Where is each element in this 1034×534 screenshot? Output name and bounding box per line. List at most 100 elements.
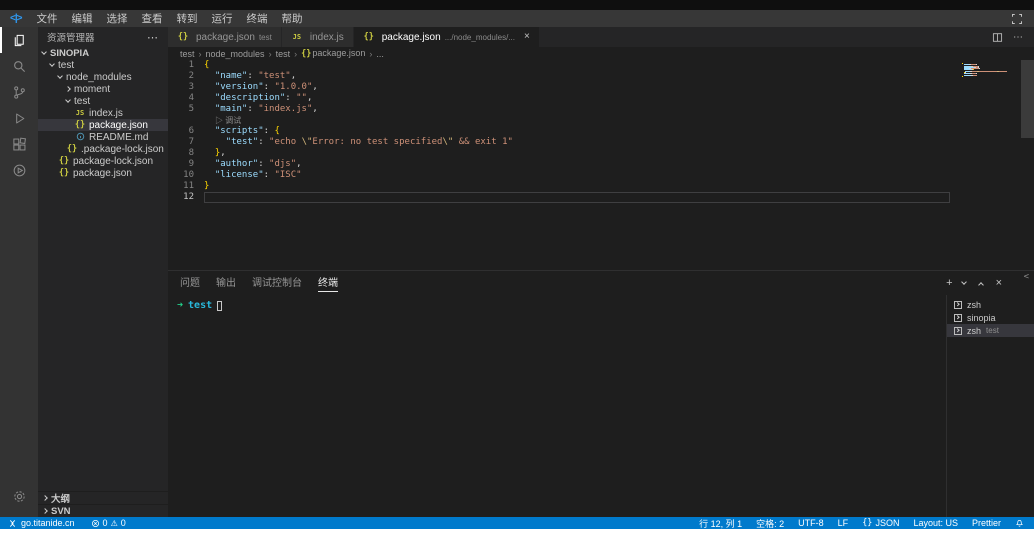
menubar-item[interactable]: 查看 bbox=[134, 10, 169, 27]
status-item-label: Prettier bbox=[972, 518, 1001, 528]
tree-item[interactable]: moment bbox=[38, 83, 168, 95]
section-label: 大纲 bbox=[51, 491, 70, 505]
tree-item[interactable]: README.md bbox=[38, 131, 168, 143]
menubar-item[interactable]: 运行 bbox=[204, 10, 239, 27]
breadcrumb-item[interactable]: ... bbox=[376, 49, 384, 59]
panel-tab[interactable]: 终端 bbox=[318, 271, 338, 295]
js-file-icon: JS bbox=[291, 33, 303, 41]
tree-item[interactable]: {}package.json bbox=[38, 119, 168, 131]
terminal-dropdown-icon[interactable] bbox=[962, 282, 970, 284]
tree-item-label: package-lock.json bbox=[73, 156, 153, 167]
tree-item[interactable]: test bbox=[38, 59, 168, 71]
menubar-item[interactable]: 转到 bbox=[169, 10, 204, 27]
panel-tab[interactable]: 调试控制台 bbox=[252, 271, 302, 295]
line-content: "main": "index.js", bbox=[204, 104, 950, 115]
tree-item[interactable]: {}package.json bbox=[38, 167, 168, 179]
tree-item-label: node_modules bbox=[66, 72, 132, 83]
tree-item[interactable]: node_modules bbox=[38, 71, 168, 83]
tree-item[interactable]: {}.package-lock.json bbox=[38, 143, 168, 155]
breadcrumb-item[interactable]: test bbox=[276, 49, 291, 59]
tree-item[interactable]: test bbox=[38, 95, 168, 107]
editor-tab[interactable]: {}package.jsontest bbox=[168, 27, 282, 47]
activity-item-explorer[interactable] bbox=[0, 27, 38, 53]
line-number: 2 bbox=[168, 71, 194, 82]
panel-tab-label: 终端 bbox=[318, 274, 338, 292]
remote-indicator[interactable]: go.titanide.cn bbox=[0, 517, 83, 529]
line-content: "license": "ISC" bbox=[204, 170, 950, 181]
manage-gear-icon[interactable] bbox=[0, 483, 38, 509]
close-icon[interactable]: × bbox=[524, 32, 530, 42]
extensions-icon bbox=[12, 137, 27, 152]
vertical-scrollbar[interactable] bbox=[1021, 60, 1034, 138]
status-item[interactable]: Layout: US bbox=[913, 518, 958, 528]
sidebar-header: 资源管理器 ⋯ bbox=[38, 27, 168, 47]
panel-tab[interactable]: 问题 bbox=[180, 271, 200, 295]
line-content: "author": "djs", bbox=[204, 159, 950, 170]
status-item[interactable]: UTF-8 bbox=[798, 518, 824, 528]
menubar-item[interactable]: 帮助 bbox=[274, 10, 309, 27]
editor-tab-bar: {}package.jsontestJSindex.js{}package.js… bbox=[168, 27, 1034, 47]
terminal-list-item[interactable]: zshtest bbox=[947, 324, 1034, 337]
tree-item-label: SINOPIA bbox=[50, 48, 89, 59]
activity-item-extensions[interactable] bbox=[0, 131, 38, 157]
terminal-list-item[interactable]: zsh bbox=[947, 298, 1034, 311]
activity-item-search[interactable] bbox=[0, 53, 38, 79]
breadcrumb-label: ... bbox=[376, 49, 384, 59]
more-actions-icon[interactable]: ⋯ bbox=[147, 31, 159, 44]
chevron-right-icon bbox=[65, 86, 71, 92]
minimap[interactable] bbox=[962, 63, 1018, 79]
menubar-item[interactable]: 终端 bbox=[239, 10, 274, 27]
activity-item-run-debug[interactable] bbox=[0, 105, 38, 131]
status-item[interactable]: {}JSON bbox=[862, 518, 899, 528]
breadcrumb-item[interactable]: node_modules bbox=[206, 49, 265, 59]
status-item[interactable]: 空格: 2 bbox=[756, 517, 784, 530]
tree-item-label: test bbox=[58, 60, 74, 71]
customize-layout-icon[interactable] bbox=[1011, 13, 1023, 25]
sidebar-bottom-sections: 大纲SVN bbox=[38, 491, 168, 517]
menubar-item[interactable]: 文件 bbox=[29, 10, 64, 27]
sidebar-section-svn[interactable]: SVN bbox=[38, 504, 168, 517]
status-item[interactable]: Prettier bbox=[972, 518, 1001, 528]
tree-item-label: moment bbox=[74, 84, 110, 95]
status-item[interactable]: LF bbox=[838, 518, 849, 528]
terminal-view[interactable]: ➜ test bbox=[168, 295, 946, 517]
menu-bar: 文件编辑选择查看转到运行终端帮助 bbox=[29, 10, 309, 27]
code-line: 4 "description": "", bbox=[168, 93, 1034, 104]
tree-item-label: README.md bbox=[89, 132, 148, 143]
tree-item[interactable]: {}package-lock.json bbox=[38, 155, 168, 167]
menubar-item[interactable]: 编辑 bbox=[64, 10, 99, 27]
codelens-run-action[interactable]: ▷ 调试 bbox=[168, 115, 1034, 126]
warning-count: 0 bbox=[121, 518, 126, 528]
vscode-window: <|> 文件编辑选择查看转到运行终端帮助 资源管理器 ⋯ SINOPIAtest… bbox=[0, 0, 1034, 534]
terminal-list-item[interactable]: sinopia bbox=[947, 311, 1034, 324]
code-editor[interactable]: 1{2 "name": "test",3 "version": "1.0.0",… bbox=[168, 60, 1034, 270]
editor-tab[interactable]: {}package.json.../node_modules/...× bbox=[354, 27, 540, 47]
line-content: "name": "test", bbox=[204, 71, 950, 82]
status-item-label: 空格: 2 bbox=[756, 517, 784, 530]
panel-tab[interactable]: 输出 bbox=[216, 271, 236, 295]
sidebar-section-outline[interactable]: 大纲 bbox=[38, 491, 168, 504]
status-item[interactable]: 行 12, 列 1 bbox=[699, 517, 742, 530]
terminal-name: sinopia bbox=[967, 313, 996, 323]
line-number: 6 bbox=[168, 126, 194, 137]
activity-item-run-circle[interactable] bbox=[0, 157, 38, 183]
breadcrumb-item[interactable]: test bbox=[180, 49, 195, 59]
activity-item-source-control[interactable] bbox=[0, 79, 38, 105]
close-panel-icon[interactable]: × bbox=[996, 277, 1002, 289]
panel-tab-label: 输出 bbox=[216, 274, 236, 292]
more-actions-icon[interactable]: ⋯ bbox=[1013, 32, 1024, 43]
tree-item[interactable]: SINOPIA bbox=[38, 47, 168, 59]
notifications-bell-icon[interactable] bbox=[1015, 519, 1024, 528]
problems-status[interactable]: 0 ⚠ 0 bbox=[91, 518, 126, 528]
menubar-item[interactable]: 选择 bbox=[99, 10, 134, 27]
split-editor-icon[interactable] bbox=[992, 32, 1003, 43]
code-line: 7 "test": "echo \"Error: no test specifi… bbox=[168, 137, 1034, 148]
tree-item[interactable]: JSindex.js bbox=[38, 107, 168, 119]
maximize-panel-icon[interactable] bbox=[979, 280, 987, 287]
tree-item-label: index.js bbox=[89, 108, 123, 119]
breadcrumb-item[interactable]: {}package.json bbox=[301, 48, 365, 59]
new-terminal-icon[interactable]: + bbox=[946, 277, 952, 289]
editor-tab[interactable]: JSindex.js bbox=[282, 27, 354, 47]
status-item-label: Layout: US bbox=[913, 518, 958, 528]
chevron-right-icon bbox=[42, 495, 48, 501]
